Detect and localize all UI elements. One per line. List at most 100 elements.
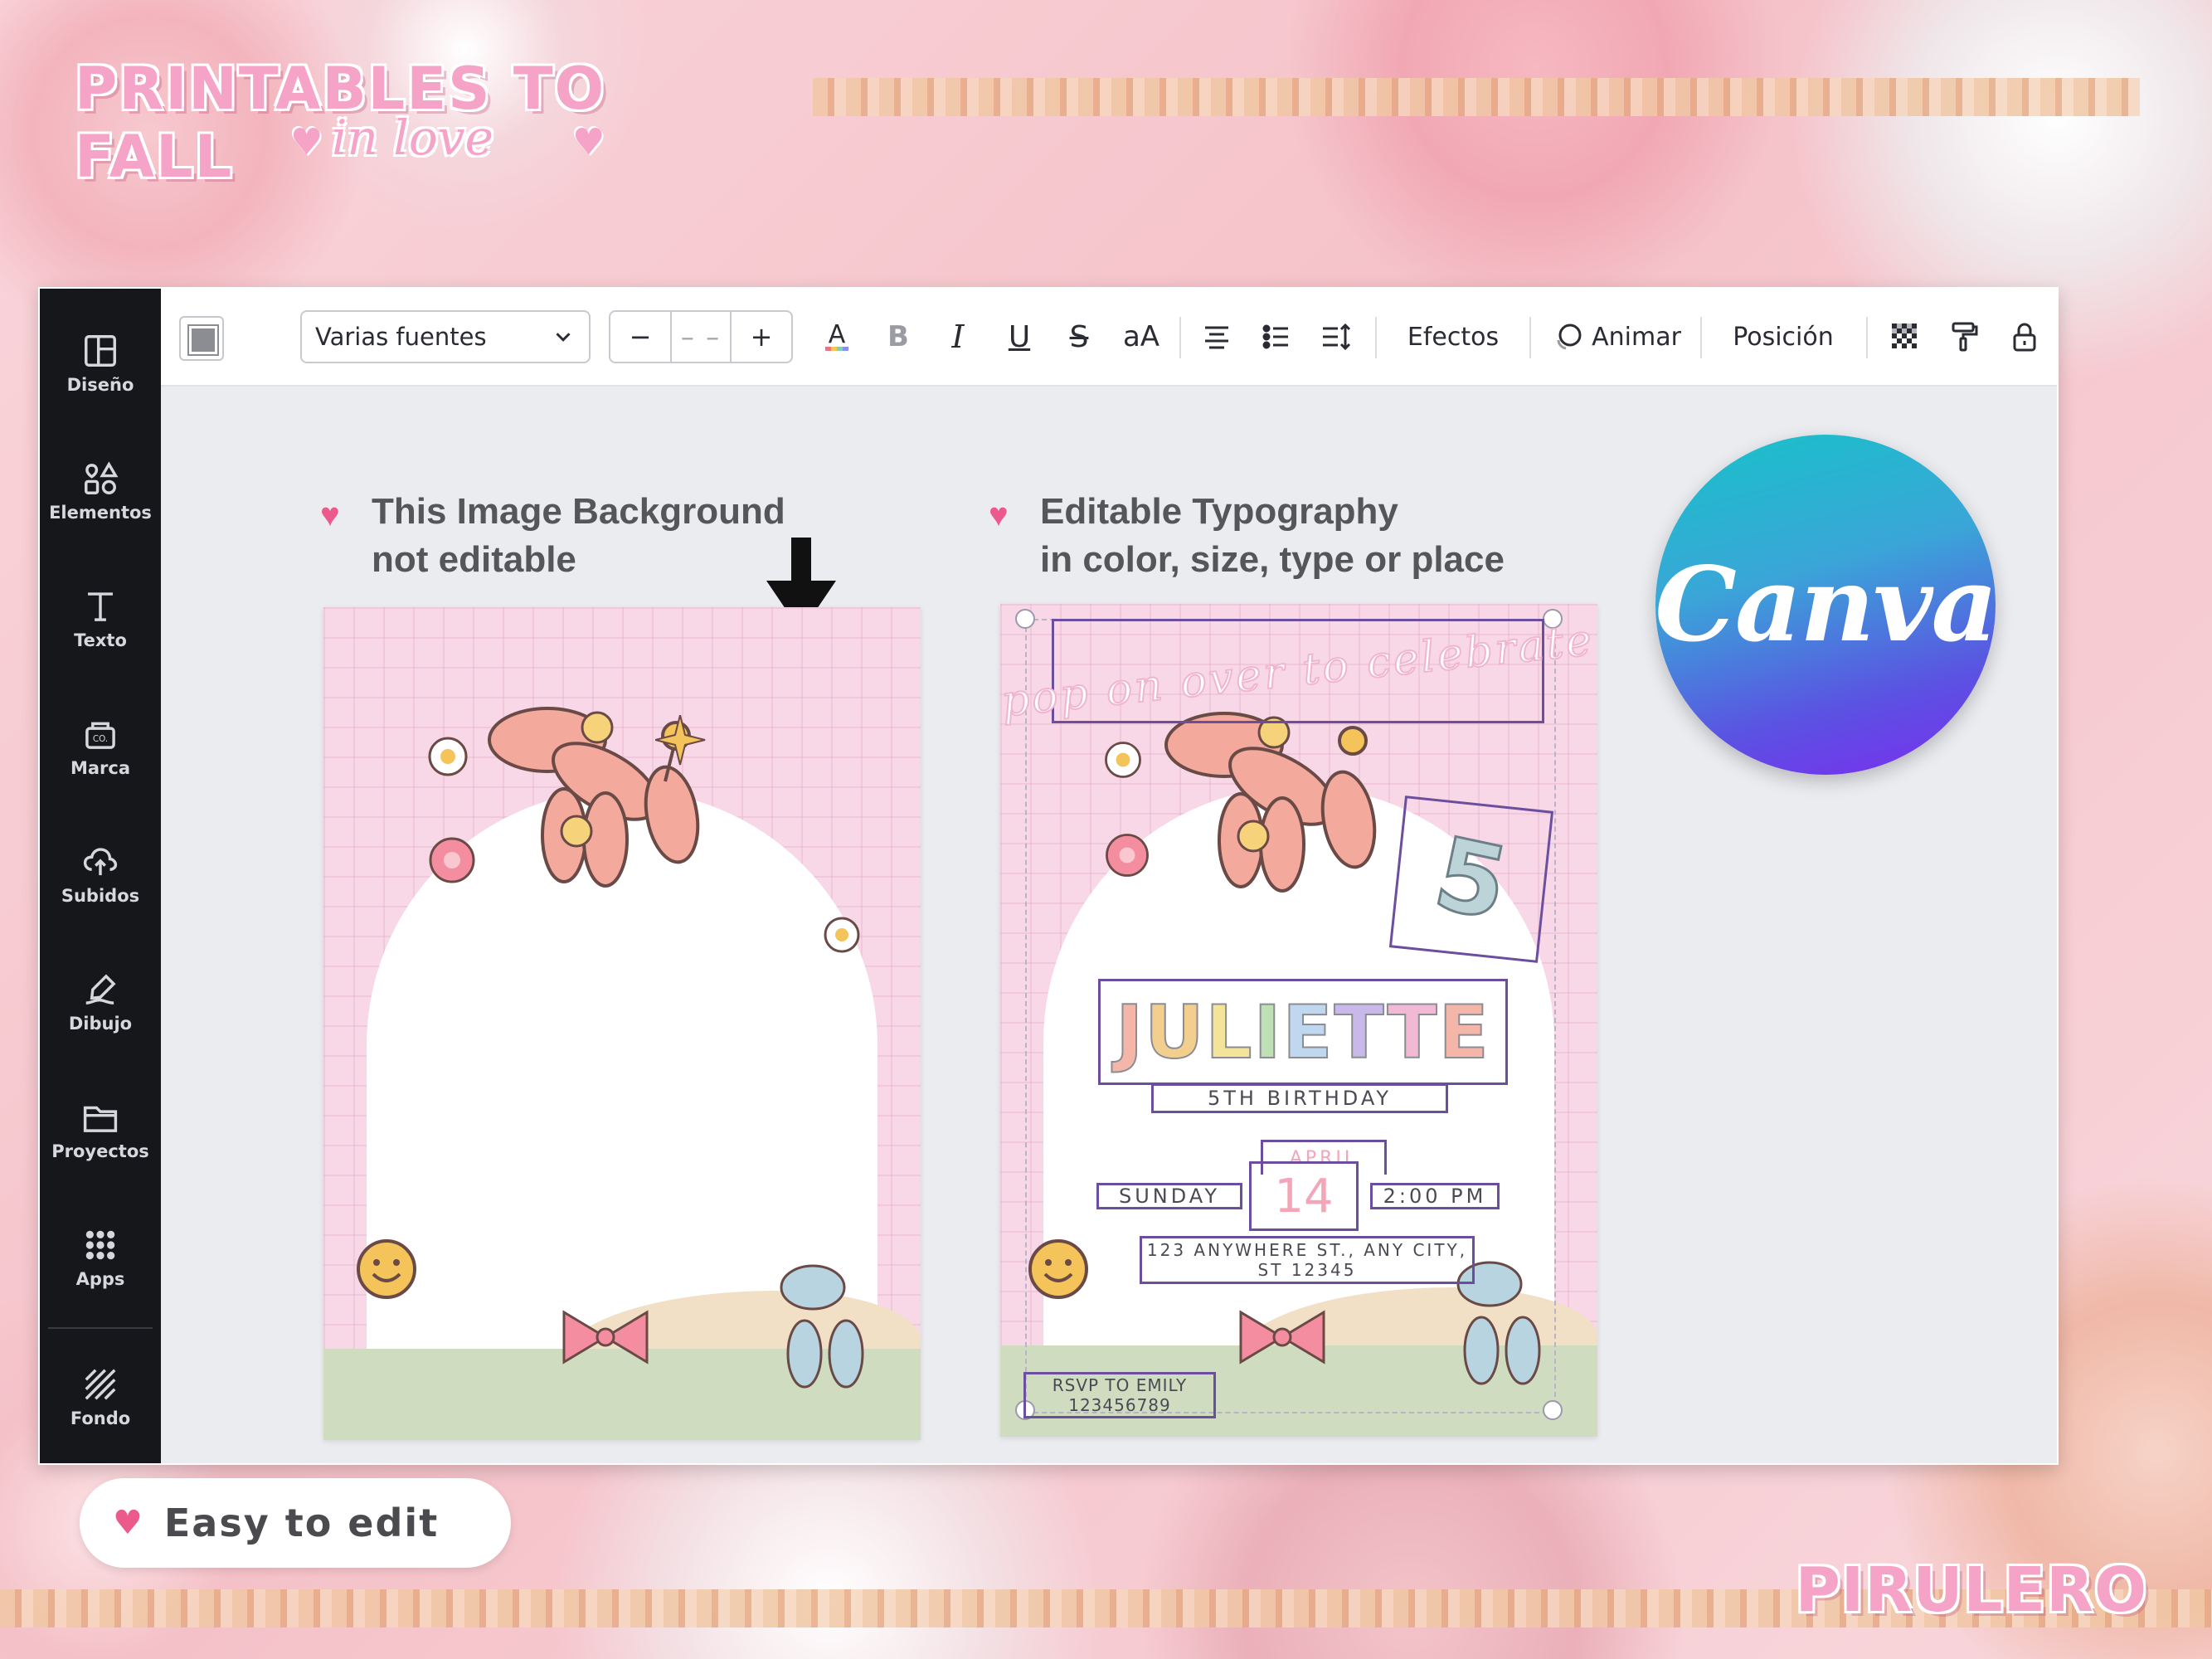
bullet-list-button[interactable] xyxy=(1254,310,1299,363)
sidebar-item-diseno[interactable]: Diseño xyxy=(40,314,161,413)
time-text: 2:00 PM xyxy=(1383,1185,1487,1208)
paint-roller-icon xyxy=(1952,322,1978,352)
sidebar-item-dibujo[interactable]: Dibujo xyxy=(40,952,161,1052)
sidebar-item-texto[interactable]: Texto xyxy=(40,569,161,669)
resize-handle[interactable] xyxy=(1543,1400,1563,1420)
sidebar-item-marca[interactable]: CO. Marca xyxy=(40,697,161,796)
sidebar-item-label: Marca xyxy=(70,758,131,778)
toolbar-separator xyxy=(1179,317,1181,358)
font-family-value: Varias fuentes xyxy=(315,323,487,351)
sidebar-item-apps[interactable]: Apps xyxy=(40,1208,161,1307)
caption-right-line1: Editable Typography xyxy=(1040,491,1398,532)
folder-icon xyxy=(83,1106,118,1132)
text-color-icon: A xyxy=(825,320,848,351)
canva-logo-text: Canva xyxy=(1655,544,1998,665)
easy-to-edit-text: Easy to edit xyxy=(163,1501,440,1545)
sidebar-item-label: Subidos xyxy=(61,886,140,906)
italic-button[interactable]: I xyxy=(936,310,980,363)
child-name: JULIETTE xyxy=(1115,989,1490,1076)
address-text-box[interactable]: 123 ANYWHERE ST., ANY CITY, ST 12345 xyxy=(1140,1236,1475,1284)
font-size-increase-button[interactable]: + xyxy=(732,321,791,353)
line-spacing-button[interactable] xyxy=(1314,310,1359,363)
strikethrough-button[interactable]: S xyxy=(1057,310,1101,363)
toolbar-separator xyxy=(1700,317,1702,358)
sidebar-item-subidos[interactable]: Subidos xyxy=(40,825,161,924)
underline-button[interactable]: U xyxy=(997,310,1042,363)
resize-handle[interactable] xyxy=(1015,609,1035,629)
sidebar-item-label: Dibujo xyxy=(68,1014,133,1034)
background-hatch-icon xyxy=(85,1369,116,1400)
font-size-decrease-button[interactable]: − xyxy=(610,321,670,353)
animate-icon xyxy=(1557,324,1582,350)
rsvp-line1: RSVP TO EMILY xyxy=(1052,1375,1188,1395)
effects-button[interactable]: Efectos xyxy=(1395,310,1511,363)
invitation-background-card[interactable] xyxy=(323,607,921,1440)
name-letter: T xyxy=(1333,989,1388,1076)
svg-text:CO.: CO. xyxy=(93,734,108,744)
align-center-button[interactable] xyxy=(1194,310,1239,363)
align-center-icon xyxy=(1205,326,1228,349)
toolbar-separator xyxy=(1375,317,1377,358)
animate-button[interactable]: Animar xyxy=(1546,310,1687,363)
birthday-text: 5TH BIRTHDAY xyxy=(1207,1087,1393,1110)
caption-left-line1: This Image Background xyxy=(372,491,785,532)
position-button[interactable]: Posición xyxy=(1717,310,1850,363)
caption-right: ♥ Editable Typography in color, size, ty… xyxy=(989,488,1505,584)
pop-text: pop on over to celebrate xyxy=(1000,615,1597,728)
brand-logo-top: PRINTABLES TO FALL ♥ in love ♥ xyxy=(75,55,655,191)
invitation-editable-card[interactable]: pop on over to celebrate 5 JULIETTE 5TH … xyxy=(1000,604,1597,1437)
time-text-box[interactable]: 2:00 PM xyxy=(1370,1183,1500,1209)
name-letter: J xyxy=(1115,989,1145,1076)
birthday-text-box[interactable]: 5TH BIRTHDAY xyxy=(1151,1083,1448,1113)
sidebar-item-fondo[interactable]: Fondo xyxy=(40,1347,161,1447)
editor-sidebar: Diseño Elementos Texto CO. Marca Subidos… xyxy=(40,289,161,1463)
font-size-input[interactable]: – – xyxy=(670,312,732,362)
lock-button[interactable] xyxy=(2002,310,2047,363)
text-toolbar: Varias fuentes − – – + A B I U S aA Efec… xyxy=(161,289,2057,387)
canva-logo-badge: Canva xyxy=(1655,435,1998,775)
caption-right-line2: in color, size, type or place xyxy=(1040,539,1505,580)
caption-left-line2: not editable xyxy=(372,539,576,580)
day-text-box[interactable]: 14 xyxy=(1249,1161,1359,1231)
copy-style-button[interactable] xyxy=(1942,310,1987,363)
sidebar-item-label: Apps xyxy=(75,1269,125,1289)
heart-icon: ♥ xyxy=(113,1504,143,1542)
text-color-button[interactable]: A xyxy=(814,310,859,363)
transparency-button[interactable] xyxy=(1883,310,1928,363)
font-size-stepper: − – – + xyxy=(609,310,793,363)
chevron-down-icon xyxy=(556,333,571,342)
text-icon xyxy=(88,592,113,621)
sidebar-item-elementos[interactable]: Elementos xyxy=(40,441,161,541)
age-number-box[interactable]: 5 xyxy=(1388,795,1554,963)
font-family-dropdown[interactable]: Varias fuentes xyxy=(300,310,591,363)
caption-left: ♥ This Image Background not editable xyxy=(320,488,785,584)
day-text: 14 xyxy=(1274,1169,1334,1224)
brand-icon: CO. xyxy=(85,722,115,749)
pink-bow-icon xyxy=(562,1310,649,1365)
weekday-text: SUNDAY xyxy=(1118,1185,1221,1208)
letter-case-button[interactable]: aA xyxy=(1115,310,1168,363)
heart-icon: ♥ xyxy=(989,497,1009,533)
heart-icon: ♥ xyxy=(320,497,340,533)
blue-balloon-dog-illustration xyxy=(780,1264,864,1389)
bullet-list-icon xyxy=(1262,324,1288,349)
draw-pen-icon xyxy=(85,974,116,1005)
heart-icon: ♥ xyxy=(572,121,605,163)
lock-icon xyxy=(2013,323,2036,352)
layout-icon xyxy=(85,335,116,367)
sidebar-item-label: Elementos xyxy=(49,503,152,523)
weekday-text-box[interactable]: SUNDAY xyxy=(1096,1183,1242,1209)
easy-to-edit-badge: ♥ Easy to edit xyxy=(80,1478,511,1568)
pop-text-box[interactable]: pop on over to celebrate xyxy=(1000,615,1597,728)
sidebar-item-proyectos[interactable]: Proyectos xyxy=(40,1080,161,1180)
bold-button[interactable]: B xyxy=(876,310,921,363)
address-line2: ST 12345 xyxy=(1257,1260,1357,1280)
rsvp-text-box[interactable]: RSVP TO EMILY 123456789 xyxy=(1023,1372,1216,1418)
smiley-face-icon xyxy=(357,1239,416,1299)
sidebar-divider xyxy=(48,1327,153,1329)
address-line1: 123 ANYWHERE ST., ANY CITY, xyxy=(1146,1240,1468,1260)
animate-label: Animar xyxy=(1592,322,1681,352)
sparkle-icon xyxy=(655,715,706,766)
name-text-box[interactable]: JULIETTE xyxy=(1098,979,1508,1085)
text-color-swatch-button[interactable] xyxy=(179,316,224,361)
